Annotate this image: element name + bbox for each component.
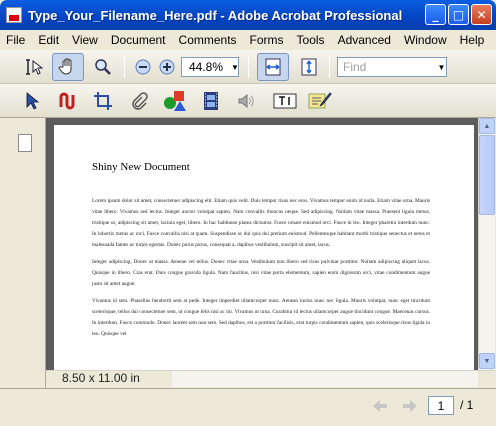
menu-document[interactable]: Document xyxy=(111,33,166,47)
zoom-in-icon[interactable] xyxy=(158,58,176,76)
previous-page-icon[interactable] xyxy=(370,396,390,416)
pdf-page: Shiny New Document Lorem ipsum dolor sit… xyxy=(54,125,474,370)
fit-width-icon[interactable] xyxy=(257,53,289,81)
text-field-icon[interactable] xyxy=(270,89,300,113)
maximize-button[interactable]: □ xyxy=(448,4,469,25)
sound-tool-icon[interactable] xyxy=(233,89,259,113)
attach-file-icon[interactable] xyxy=(126,89,152,113)
movie-tool-icon[interactable] xyxy=(198,89,224,113)
scroll-up-icon[interactable]: ▲ xyxy=(479,118,495,134)
menu-advanced[interactable]: Advanced xyxy=(338,33,391,47)
document-viewer[interactable]: Shiny New Document Lorem ipsum dolor sit… xyxy=(46,118,478,370)
chevron-down-icon[interactable]: ▼ xyxy=(231,58,239,76)
zoom-out-icon[interactable] xyxy=(134,58,152,76)
toolbar-separator xyxy=(248,56,249,78)
vertical-scrollbar[interactable]: ▲ ▼ xyxy=(478,118,495,370)
menu-comments[interactable]: Comments xyxy=(179,33,237,47)
zoom-tool-icon[interactable] xyxy=(90,55,116,79)
window-title: Type_Your_Filename_Here.pdf - Adobe Acro… xyxy=(28,7,403,23)
page-size-label: 8.50 x 11.00 in xyxy=(62,371,140,385)
pdf-file-icon[interactable] xyxy=(6,7,22,23)
chevron-down-icon[interactable]: ▼ xyxy=(437,58,446,76)
paragraph: Lorem ipsum dolor sit amet, consectetuer… xyxy=(92,198,430,248)
minimize-button[interactable]: _ xyxy=(425,4,446,25)
menu-forms[interactable]: Forms xyxy=(250,33,284,47)
title-bar[interactable]: Type_Your_Filename_Here.pdf - Adobe Acro… xyxy=(0,0,496,30)
paragraph: Vivamus id sem. Phasellus hendrerit sem … xyxy=(92,298,430,337)
menu-file[interactable]: File xyxy=(6,33,25,47)
menu-bar: File Edit View Document Comments Forms T… xyxy=(0,30,496,50)
toolbar-separator xyxy=(124,56,125,78)
scroll-thumb[interactable] xyxy=(479,135,495,215)
close-button[interactable]: ✕ xyxy=(471,4,492,25)
edit-text-icon[interactable] xyxy=(306,89,334,113)
menu-window[interactable]: Window xyxy=(404,33,447,47)
total-pages-label: / 1 xyxy=(460,398,474,412)
menu-help[interactable]: Help xyxy=(460,33,485,47)
horizontal-scrollbar[interactable] xyxy=(172,371,478,387)
pages-panel-icon[interactable] xyxy=(14,131,32,152)
menu-edit[interactable]: Edit xyxy=(38,33,59,47)
hand-tool-icon[interactable] xyxy=(52,53,84,81)
toolbar-separator xyxy=(329,56,330,78)
current-page-input[interactable]: 1 xyxy=(428,396,454,415)
find-input[interactable]: Find xyxy=(337,57,447,77)
3d-tool-icon[interactable] xyxy=(160,87,190,115)
navigation-panel xyxy=(0,118,46,388)
link-tool-icon[interactable] xyxy=(54,89,80,113)
select-object-icon[interactable] xyxy=(20,89,44,113)
crop-tool-icon[interactable] xyxy=(90,89,116,113)
page-navigation-bar xyxy=(0,388,496,426)
scroll-down-icon[interactable]: ▼ xyxy=(479,353,495,369)
next-page-icon[interactable] xyxy=(400,396,420,416)
menu-tools[interactable]: Tools xyxy=(297,33,325,47)
menu-view[interactable]: View xyxy=(72,33,98,47)
fit-page-icon[interactable] xyxy=(296,55,322,79)
select-text-icon[interactable] xyxy=(20,55,46,79)
document-heading: Shiny New Document xyxy=(92,161,190,173)
paragraph: Integer adipiscing. Donec at massa. Aene… xyxy=(92,259,430,287)
